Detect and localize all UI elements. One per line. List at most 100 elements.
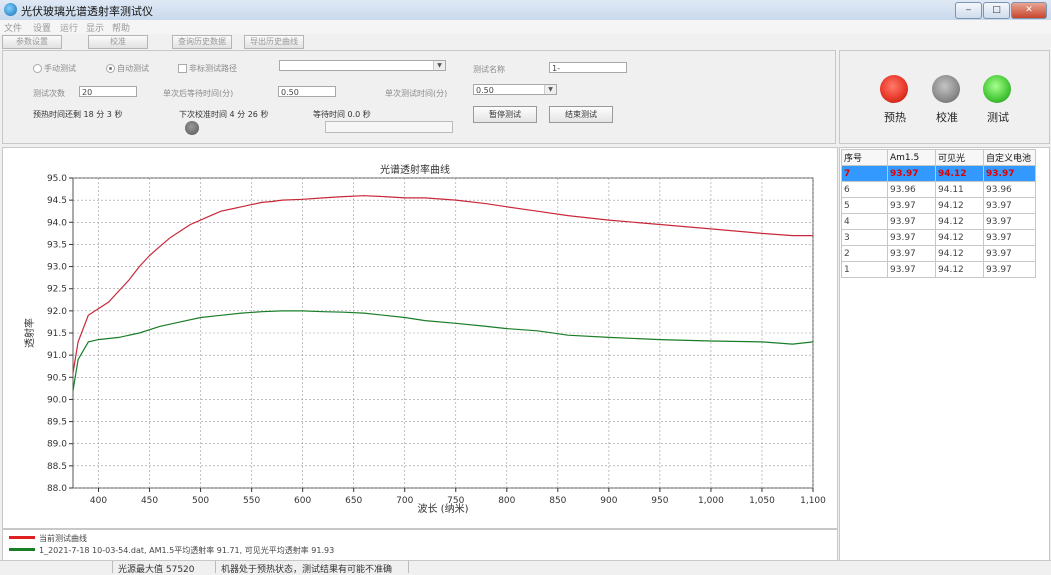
test-lamp: [983, 75, 1011, 103]
menu-display[interactable]: 显示: [86, 21, 104, 34]
x-tick-label: 850: [549, 496, 566, 506]
stop-test-button[interactable]: 结束测试: [549, 106, 613, 123]
cell: 93.97: [887, 213, 936, 230]
cell: 93.97: [983, 245, 1036, 262]
preheat-lamp: [880, 75, 908, 103]
cell: 94.12: [935, 229, 984, 246]
y-tick-label: 93.5: [47, 240, 67, 250]
x-tick-label: 600: [294, 496, 311, 506]
interval-combo[interactable]: 0.50 ▼: [473, 84, 557, 95]
chart-legend: 当前测试曲线 1_2021-7-18 10-03-54.dat, AM1.5平均…: [2, 529, 838, 561]
cell: 93.97: [983, 229, 1036, 246]
chevron-down-icon[interactable]: ▼: [433, 61, 445, 70]
cell: 3: [841, 229, 888, 246]
x-tick-label: 1,050: [749, 496, 775, 506]
status-bar: 光源最大值 57520 机器处于预热状态，测试结果有可能不准确: [0, 560, 1051, 575]
params-button[interactable]: 参数设置: [2, 35, 62, 49]
results-table: 序号 Am1.5 可见光 自定义电池 7 93.97 94.12 93.97 6 93.…: [841, 149, 1036, 278]
cell: 93.96: [983, 181, 1036, 198]
y-tick-label: 92.5: [47, 285, 67, 295]
x-tick-label: 950: [651, 496, 668, 506]
cell: 1: [841, 261, 888, 278]
maximize-button[interactable]: □: [983, 2, 1010, 19]
cell: 5: [841, 197, 888, 214]
cell: 93.97: [983, 197, 1036, 214]
menu-settings[interactable]: 设置: [33, 21, 51, 34]
table-row[interactable]: 6 93.96 94.11 93.96: [841, 181, 1036, 198]
x-tick-label: 1,000: [698, 496, 724, 506]
chevron-down-icon[interactable]: ▼: [544, 85, 556, 94]
count-input[interactable]: 20: [79, 86, 137, 97]
light-max-status: 光源最大值 57520: [118, 565, 195, 575]
interval-label: 单次测试时间(分): [385, 89, 448, 98]
x-tick-label: 550: [243, 496, 260, 506]
y-tick-label: 89.0: [47, 440, 67, 450]
col-header-visible[interactable]: 可见光: [935, 149, 984, 166]
calibrate-lamp: [932, 75, 960, 103]
y-tick-label: 89.5: [47, 418, 67, 428]
y-tick-label: 91.5: [47, 329, 67, 339]
table-row[interactable]: 3 93.97 94.12 93.97: [841, 229, 1036, 246]
x-tick-label: 650: [345, 496, 362, 506]
wait-time: 等待时间 0.0 秒: [313, 110, 371, 119]
test-name-label: 测试名称: [473, 65, 505, 74]
x-tick-label: 450: [141, 496, 158, 506]
close-button[interactable]: ✕: [1011, 2, 1047, 19]
manual-mode-label: 手动测试: [44, 64, 76, 73]
y-axis-label: 透射率: [23, 318, 36, 348]
cell: 7: [841, 165, 888, 182]
table-row[interactable]: 2 93.97 94.12 93.97: [841, 245, 1036, 262]
menu-file[interactable]: 文件: [4, 21, 22, 34]
status-separator: [112, 561, 113, 573]
col-header-index[interactable]: 序号: [841, 149, 888, 166]
interval-value: 0.50: [476, 86, 494, 95]
path-combo[interactable]: ▼: [279, 60, 446, 71]
y-tick-label: 94.0: [47, 218, 67, 228]
next-calibration: 下次校准时间 4 分 26 秒: [179, 110, 269, 119]
window-title: 光伏玻璃光谱透射率测试仪: [21, 5, 153, 18]
cell: 94.12: [935, 165, 984, 182]
cell: 93.97: [887, 245, 936, 262]
results-table-panel: 序号 Am1.5 可见光 自定义电池 7 93.97 94.12 93.97 6 93.…: [839, 147, 1050, 562]
single-wait-input[interactable]: 0.50: [278, 86, 336, 97]
test-name-input[interactable]: 1-: [549, 62, 627, 73]
transmittance-chart: 光谱透射率曲线 波长 (纳米) 透射率 88.088.589.089.590.0…: [23, 163, 826, 515]
y-tick-label: 91.0: [47, 351, 67, 361]
y-tick-label: 88.5: [47, 462, 67, 472]
nonstandard-path-label: 非标测试路径: [189, 64, 237, 73]
y-tick-label: 94.5: [47, 196, 67, 206]
export-curve-button[interactable]: 导出历史曲线: [244, 35, 304, 49]
col-header-custom[interactable]: 自定义电池: [983, 149, 1036, 166]
test-label: 测试: [987, 111, 1009, 124]
legend-current: 当前测试曲线: [39, 534, 87, 543]
legend-history: 1_2021-7-18 10-03-54.dat, AM1.5平均透射率 91.…: [39, 546, 335, 555]
history-data-button[interactable]: 查询历史数据: [172, 35, 232, 49]
x-tick-label: 1,100: [800, 496, 826, 506]
menu-run[interactable]: 运行: [60, 21, 78, 34]
cell: 6: [841, 181, 888, 198]
status-separator: [215, 561, 216, 573]
count-label: 测试次数: [33, 89, 65, 98]
pause-test-button[interactable]: 暂停测试: [473, 106, 537, 123]
cell: 93.97: [983, 213, 1036, 230]
gear-icon: [185, 121, 199, 135]
control-panel: 手动测试 自动测试 非标测试路径 ▼ 测试名称 1- 测试次数 20 单次后等待…: [2, 50, 836, 144]
col-header-am15[interactable]: Am1.5: [887, 149, 936, 166]
manual-mode-radio[interactable]: [33, 64, 42, 73]
minimize-button[interactable]: ‒: [955, 2, 982, 19]
cell: 93.97: [887, 261, 936, 278]
preheat-remaining: 预热时间还剩 18 分 3 秒: [33, 110, 123, 119]
x-tick-label: 800: [498, 496, 515, 506]
cell: 93.97: [887, 197, 936, 214]
table-row[interactable]: 1 93.97 94.12 93.97: [841, 261, 1036, 278]
calibrate-button[interactable]: 校准: [88, 35, 148, 49]
x-tick-label: 400: [90, 496, 107, 506]
table-row[interactable]: 4 93.97 94.12 93.97: [841, 213, 1036, 230]
y-tick-label: 88.0: [47, 484, 67, 494]
nonstandard-path-checkbox[interactable]: [178, 64, 187, 73]
menu-help[interactable]: 帮助: [112, 21, 130, 34]
table-row[interactable]: 7 93.97 94.12 93.97: [841, 165, 1036, 182]
auto-mode-radio[interactable]: [106, 64, 115, 73]
single-wait-label: 单次后等待时间(分): [163, 89, 234, 98]
table-row[interactable]: 5 93.97 94.12 93.97: [841, 197, 1036, 214]
